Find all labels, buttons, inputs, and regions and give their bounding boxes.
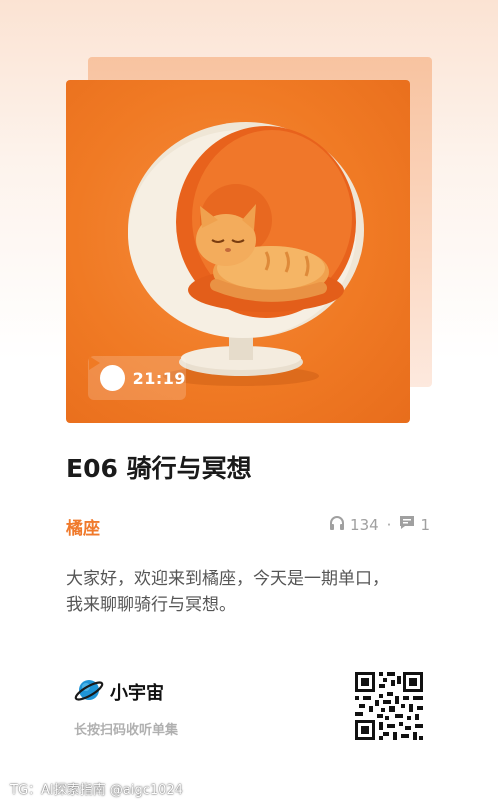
watermark-text: TG：AI探索指南 @aigc1024 [10, 783, 183, 798]
episode-cover[interactable]: 21:19 [66, 80, 410, 423]
episode-title: E06 骑行与冥想 [66, 454, 252, 483]
episode-stats: 134 · 1 [329, 515, 430, 534]
listen-count: 134 [350, 515, 379, 534]
episode-duration: 21:19 [132, 368, 186, 388]
duration-badge[interactable]: 21:19 [88, 356, 186, 400]
stats-separator: · [386, 515, 392, 534]
episode-description: 大家好，欢迎来到橘座，今天是一期单口， 我来聊聊骑行与冥想。 [66, 566, 426, 618]
brand-name: 小宇宙 [110, 683, 164, 704]
headphones-icon [329, 515, 345, 534]
description-line-1: 大家好，欢迎来到橘座，今天是一期单口， [66, 569, 389, 589]
description-line-2: 我来聊聊骑行与冥想。 [66, 595, 236, 615]
qr-code[interactable] [355, 672, 423, 740]
comment-icon [399, 515, 415, 534]
scan-hint: 长按扫码收听单集 [74, 723, 179, 738]
play-icon[interactable] [89, 356, 125, 391]
brand-logo: 小宇宙 [74, 675, 164, 709]
comment-count: 1 [420, 515, 430, 534]
planet-logo-icon [74, 675, 104, 709]
podcast-author[interactable]: 橘座 [66, 514, 100, 539]
